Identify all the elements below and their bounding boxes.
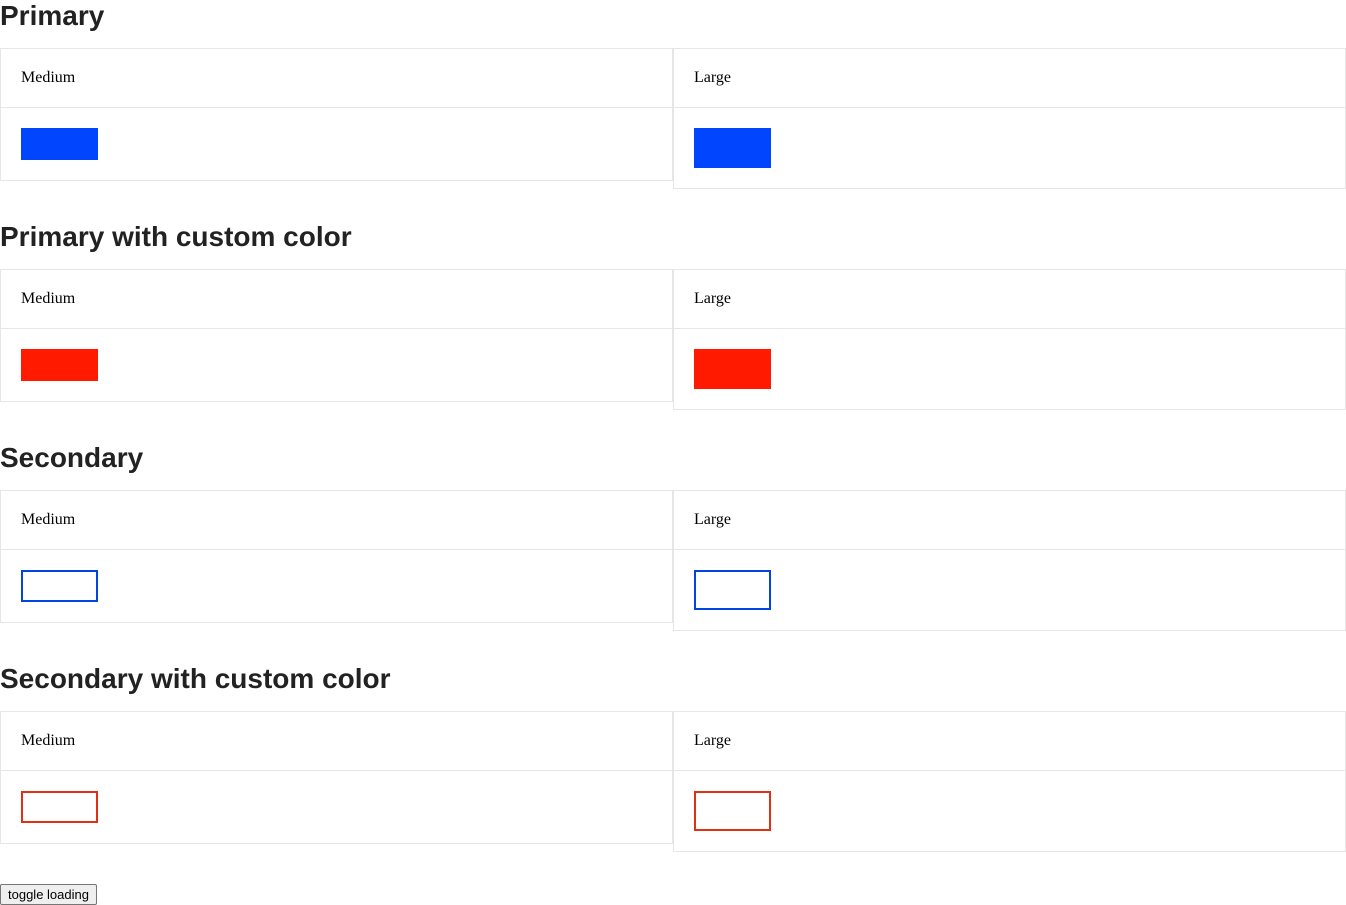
section-title: Primary with custom color <box>0 221 352 252</box>
medium-card: Medium <box>0 48 673 181</box>
card-body <box>674 550 1345 630</box>
primary-custom-large-button[interactable] <box>694 349 771 389</box>
card-header-large: Large <box>674 712 1345 771</box>
card-body <box>674 329 1345 409</box>
medium-card: Medium <box>0 490 673 623</box>
medium-card: Medium <box>0 711 673 844</box>
large-card: Large <box>673 711 1346 852</box>
section-title: Secondary <box>0 442 144 473</box>
primary-medium-button[interactable] <box>21 128 98 160</box>
card-body <box>674 108 1345 188</box>
card-header-medium: Medium <box>1 270 672 329</box>
card-body <box>1 329 672 401</box>
toggle-loading-button[interactable]: toggle loading <box>0 884 97 905</box>
card-body <box>1 771 672 843</box>
primary-large-button[interactable] <box>694 128 771 168</box>
secondary-custom-large-button[interactable] <box>694 791 771 831</box>
medium-card: Medium <box>0 269 673 402</box>
secondary-medium-button[interactable] <box>21 570 98 602</box>
card-header-medium: Medium <box>1 712 672 771</box>
section-title: Secondary with custom color <box>0 663 391 694</box>
card-header-large: Large <box>674 49 1345 108</box>
large-card: Large <box>673 48 1346 189</box>
primary-custom-medium-button[interactable] <box>21 349 98 381</box>
section-title: Primary <box>0 0 105 31</box>
card-header-large: Large <box>674 270 1345 329</box>
card-body <box>674 771 1345 851</box>
large-card: Large <box>673 490 1346 631</box>
secondary-custom-medium-button[interactable] <box>21 791 98 823</box>
secondary-large-button[interactable] <box>694 570 771 610</box>
card-header-medium: Medium <box>1 491 672 550</box>
large-card: Large <box>673 269 1346 410</box>
card-body <box>1 108 672 180</box>
card-header-large: Large <box>674 491 1345 550</box>
card-header-medium: Medium <box>1 49 672 108</box>
card-body <box>1 550 672 622</box>
